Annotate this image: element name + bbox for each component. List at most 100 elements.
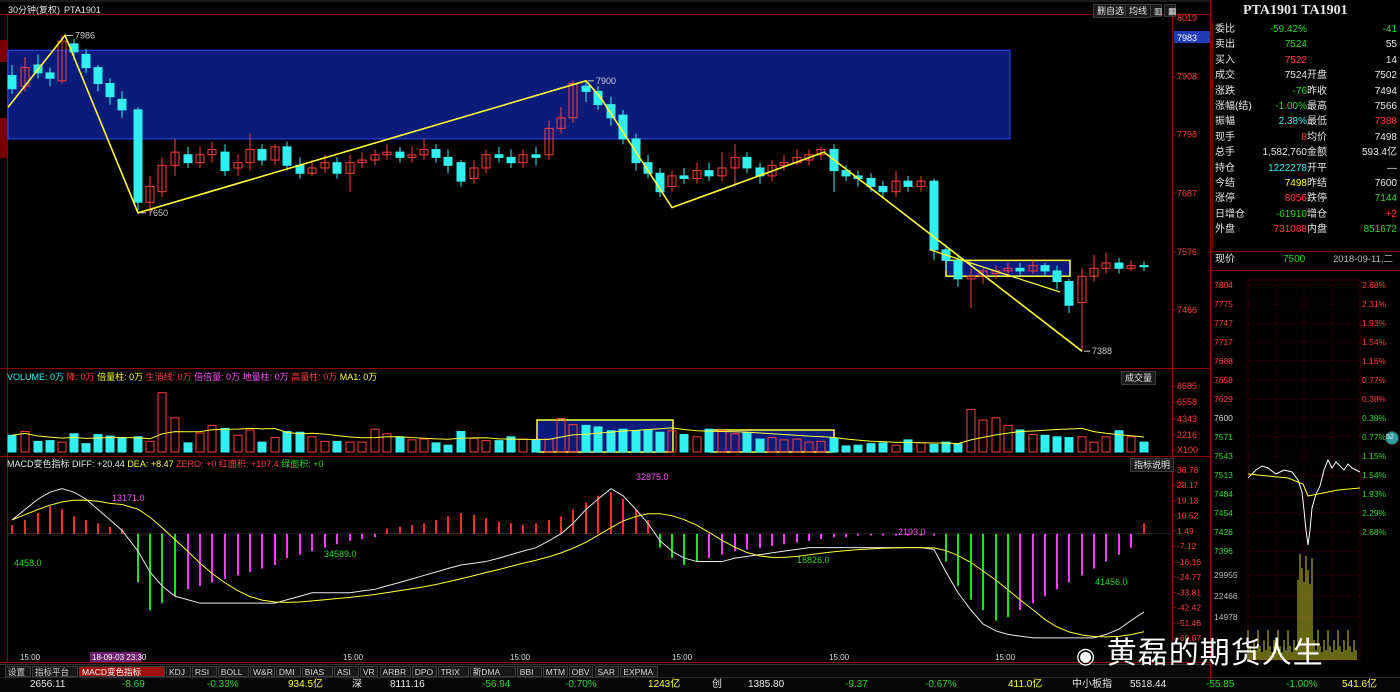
volume-bar bbox=[829, 437, 839, 453]
candle-body bbox=[704, 170, 714, 177]
indicator-tab-13[interactable]: TRIX bbox=[437, 666, 469, 677]
volume-bar bbox=[33, 440, 43, 453]
price-axis-label: 7466 bbox=[1177, 305, 1197, 315]
indicator-tab-7[interactable]: DMI bbox=[275, 666, 301, 677]
zx-pct: -1.00% bbox=[1286, 679, 1318, 690]
sh-amount: 934.5亿 bbox=[288, 679, 324, 690]
candle-body bbox=[1064, 280, 1074, 306]
zx-index[interactable]: 5518.44 bbox=[1130, 678, 1166, 692]
price-axis-label: 8019 bbox=[1177, 13, 1197, 23]
volume-bar bbox=[679, 434, 689, 453]
macd-dea-line bbox=[11, 499, 1145, 638]
volume-bar bbox=[1003, 424, 1013, 453]
macd-label-e: 2193.0 bbox=[898, 527, 926, 537]
quote-key2: 增仓 bbox=[1307, 208, 1327, 220]
volume-bar bbox=[518, 438, 528, 453]
indicator-tab-9[interactable]: ASI bbox=[334, 666, 359, 677]
mini-head: 现价 bbox=[1215, 254, 1235, 265]
cy-index[interactable]: 1385.80 bbox=[748, 678, 784, 692]
quote-value: 7498 bbox=[1284, 178, 1307, 189]
indicator-tab-10[interactable]: VR bbox=[359, 666, 379, 677]
quote-value: 7524 bbox=[1284, 39, 1307, 51]
indicator-tab-4[interactable]: RSI bbox=[191, 666, 217, 677]
volume-bar bbox=[332, 440, 342, 453]
candle-body bbox=[1040, 265, 1050, 272]
symbol-label: PTA1901 bbox=[64, 5, 101, 15]
indicator-tab-8[interactable]: BIAS bbox=[301, 666, 333, 677]
time-axis-label: 18-09-03 23:30 bbox=[92, 653, 147, 662]
top-strip bbox=[0, 0, 1210, 2]
ma-button[interactable]: 均线 bbox=[1125, 4, 1152, 18]
add-watchlist-button[interactable]: 删自选 bbox=[1093, 4, 1129, 18]
consolidation-box bbox=[7, 49, 1011, 140]
volume-bar bbox=[978, 419, 988, 453]
candle-body bbox=[903, 180, 913, 187]
indicator-tab-1[interactable]: 指标平台 bbox=[32, 666, 78, 677]
quote-row: 外盘 731088 内盘 851672 bbox=[1211, 222, 1400, 237]
grid-icon[interactable]: ▦ bbox=[1164, 4, 1177, 17]
indicator-tab-19[interactable]: EXPMA bbox=[620, 666, 658, 677]
quote-key: 日增仓 bbox=[1215, 208, 1245, 220]
volume-button[interactable]: 成交量 bbox=[1121, 371, 1157, 385]
quote-value: 2.38% bbox=[1278, 116, 1307, 128]
macd-header: MACD变色指标 DIFF: +20.44 DEA: +8.47 ZERO: +… bbox=[7, 459, 323, 470]
indicator-tab-5[interactable]: BOLL bbox=[217, 666, 249, 677]
quote-key2: 金额 bbox=[1307, 147, 1327, 159]
quote-key: 持仓 bbox=[1215, 162, 1235, 174]
volume-bar bbox=[407, 439, 417, 453]
indicator-tab-18[interactable]: SAR bbox=[594, 666, 620, 677]
macd-label-f: 16826.0 bbox=[797, 555, 830, 565]
volume-bar bbox=[606, 430, 616, 453]
indicator-tab-3[interactable]: KDJ bbox=[166, 666, 191, 677]
quote-row: 委比 -59.42% -41 bbox=[1211, 22, 1400, 37]
quote-row: 现手 8 均价 7498 bbox=[1211, 130, 1400, 145]
candle-body bbox=[581, 85, 591, 92]
quote-row: 成交 7524 开盘 7502 bbox=[1211, 68, 1400, 83]
sh-index[interactable]: 2656.11 bbox=[30, 678, 65, 692]
indicator-tab-6[interactable]: W&R bbox=[250, 666, 275, 677]
quote-value: 7524 bbox=[1284, 70, 1307, 82]
indicator-tab-0[interactable]: 设置 bbox=[5, 666, 31, 677]
time-axis-label: 15:00 bbox=[829, 653, 850, 662]
separator bbox=[0, 368, 1210, 369]
volume-bar bbox=[431, 442, 441, 453]
indicator-tab-16[interactable]: MTM bbox=[542, 666, 568, 677]
quote-key: 涨幅(结) bbox=[1215, 101, 1252, 112]
vol-main: VOLUME: 0万 bbox=[7, 372, 65, 382]
indicator-tab-17[interactable]: OBV bbox=[568, 666, 594, 677]
quote-row: 振幅 2.38% 最低 7388 bbox=[1211, 114, 1400, 129]
macd-zero: ZERO: +0 bbox=[176, 459, 217, 469]
volume-bar bbox=[966, 408, 976, 453]
weibo-icon: ◉ bbox=[1076, 644, 1097, 669]
volume-bar bbox=[618, 428, 628, 453]
indicator-tab-14[interactable]: 新DMA bbox=[469, 666, 516, 677]
volume-bar bbox=[494, 440, 504, 453]
quote-value: -1.00% bbox=[1275, 101, 1307, 112]
candle-body bbox=[1052, 270, 1062, 282]
settings-icon[interactable]: ▥ bbox=[1150, 4, 1163, 17]
float-ball-icon[interactable]: 52 bbox=[1385, 431, 1399, 445]
volume-bar bbox=[133, 436, 143, 453]
indicator-tab-2[interactable]: MACD变色指标 bbox=[79, 666, 165, 677]
vol-down-double: 倍倍量: 0万 bbox=[194, 372, 241, 382]
zx-name: 中小板指 bbox=[1072, 679, 1112, 690]
indicator-tab-11[interactable]: ARBR bbox=[379, 666, 411, 677]
quote-title: PTA1901 TA1901 bbox=[1243, 3, 1348, 18]
candle-body bbox=[45, 72, 55, 79]
quote-value2: +2 bbox=[1385, 208, 1397, 220]
indicator-tab-12[interactable]: DPO bbox=[411, 666, 437, 677]
sz-index[interactable]: 8111.16 bbox=[390, 678, 425, 692]
time-axis-label: 15:00 bbox=[672, 653, 693, 662]
sz-change: -56.94 bbox=[482, 679, 511, 690]
candle-body bbox=[494, 154, 504, 158]
indicator-help-button[interactable]: 指标说明 bbox=[1130, 458, 1175, 472]
quote-value2: 7600 bbox=[1374, 178, 1397, 189]
candle-body bbox=[7, 75, 17, 90]
volume-bar bbox=[929, 443, 939, 453]
volume-bar bbox=[69, 433, 79, 453]
indicator-tab-15[interactable]: BBI bbox=[516, 666, 542, 677]
annotation-high1: 7986 bbox=[75, 30, 95, 40]
volume-bar bbox=[1015, 429, 1025, 453]
macd-axis-label: -24.77 bbox=[1177, 572, 1201, 582]
macd-axis-label: 19.13 bbox=[1177, 496, 1199, 506]
